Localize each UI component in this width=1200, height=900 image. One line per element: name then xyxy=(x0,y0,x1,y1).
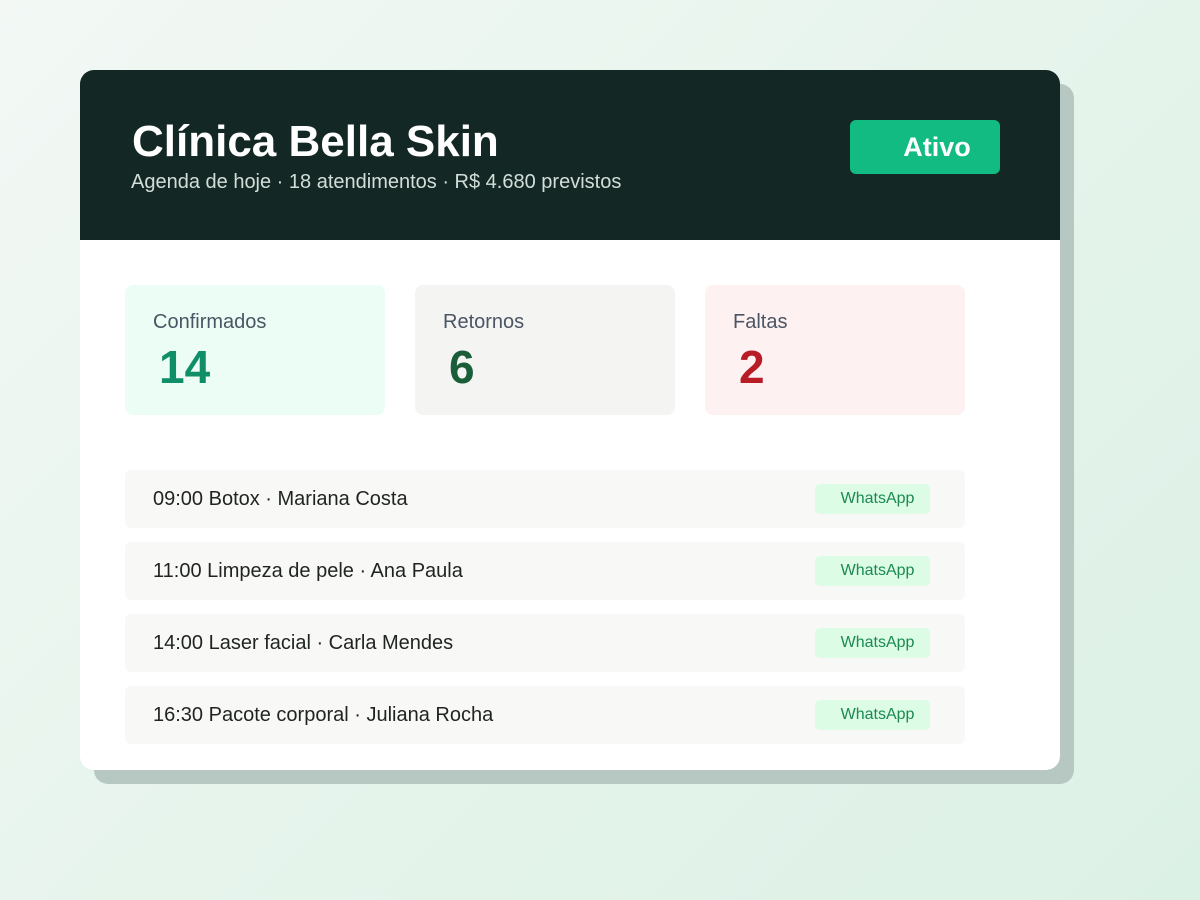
stat-label-faltas: Faltas xyxy=(733,311,788,333)
stat-label-confirmados: Confirmados xyxy=(153,311,267,333)
dashboard-header: Clínica Bella Skin Agenda de hoje · 18 a… xyxy=(80,70,1060,240)
agenda-summary: Agenda de hoje · 18 atendimentos · R$ 4.… xyxy=(131,171,622,193)
appointment-text: 09:00 Botox · Mariana Costa xyxy=(153,488,408,510)
status-button[interactable]: Ativo xyxy=(850,120,1000,174)
clinic-dashboard-card: Clínica Bella Skin Agenda de hoje · 18 a… xyxy=(80,70,1060,770)
appointment-text: 14:00 Laser facial · Carla Mendes xyxy=(153,632,454,654)
appointment-row: 11:00 Limpeza de pele · Ana Paula WhatsA… xyxy=(125,542,965,600)
appointment-list: 09:00 Botox · Mariana Costa WhatsApp 11:… xyxy=(125,470,965,758)
appointment-row: 16:30 Pacote corporal · Juliana Rocha Wh… xyxy=(125,686,965,744)
stat-card-faltas: Faltas 2 xyxy=(705,285,965,415)
appointment-row: 14:00 Laser facial · Carla Mendes WhatsA… xyxy=(125,614,965,672)
whatsapp-button[interactable]: WhatsApp xyxy=(815,700,930,730)
stat-label-retornos: Retornos xyxy=(443,311,525,333)
stat-value-retornos: 6 xyxy=(449,341,475,393)
appointment-text: 16:30 Pacote corporal · Juliana Rocha xyxy=(153,704,494,726)
stat-value-faltas: 2 xyxy=(739,341,765,393)
appointment-row: 09:00 Botox · Mariana Costa WhatsApp xyxy=(125,470,965,528)
stat-card-retornos: Retornos 6 xyxy=(415,285,675,415)
whatsapp-button[interactable]: WhatsApp xyxy=(815,484,930,514)
whatsapp-button[interactable]: WhatsApp xyxy=(815,556,930,586)
appointment-text: 11:00 Limpeza de pele · Ana Paula xyxy=(153,560,463,582)
stat-card-confirmados: Confirmados 14 xyxy=(125,285,385,415)
stat-value-confirmados: 14 xyxy=(159,341,211,393)
clinic-title: Clínica Bella Skin xyxy=(132,117,499,166)
whatsapp-button[interactable]: WhatsApp xyxy=(815,628,930,658)
